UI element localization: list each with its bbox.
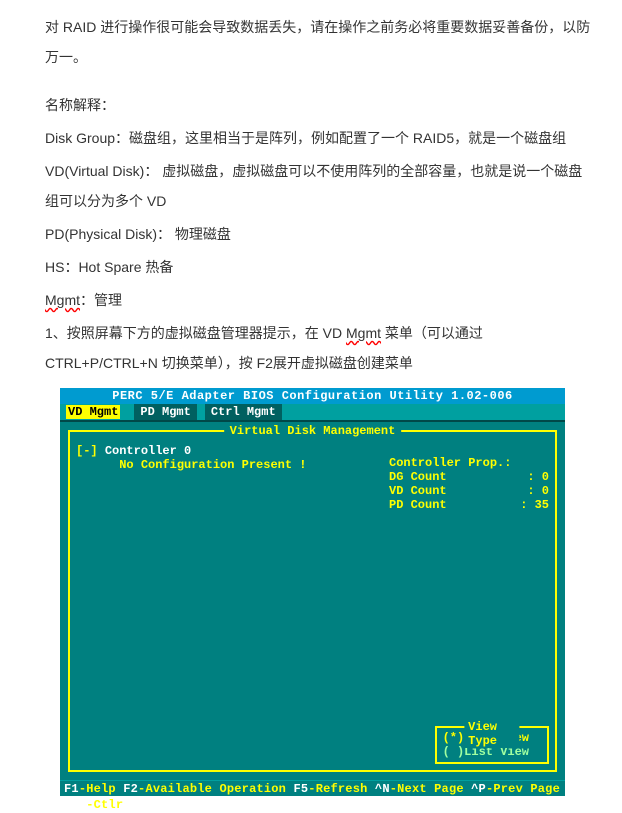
fkey-f5: F5 [293, 782, 308, 796]
fkey-desc: -Available Operation [138, 782, 293, 796]
controller-label: Controller 0 [105, 444, 191, 458]
bios-titlebar: PERC 5/E Adapter BIOS Configuration Util… [60, 388, 565, 404]
paragraph-hs: HS：Hot Spare 热备 [45, 252, 592, 282]
fkey-ctrln: ^N [375, 782, 390, 796]
tree-toggle-icon[interactable]: [-] [76, 444, 105, 458]
view-type-title: View Type [464, 720, 519, 748]
fkey-desc: -Refresh [308, 782, 375, 796]
paragraph-step1: 1、按照屏幕下方的虚拟磁盘管理器提示，在 VD Mgmt 菜单（可以通过 CTR… [45, 318, 592, 378]
view-type-box: View Type (*)Tree View ( )List View [435, 726, 549, 764]
prop-key: DG Count [389, 470, 447, 484]
fkey-desc: -Prev Page [486, 782, 560, 796]
prop-key: VD Count [389, 484, 447, 498]
paragraph-diskgroup: Disk Group：磁盘组，这里相当于是阵列，例如配置了一个 RAID5，就是… [45, 123, 592, 153]
fkey-desc: -Help [79, 782, 123, 796]
bios-canvas: Virtual Disk Management [-] Controller 0… [60, 420, 565, 780]
prop-key: PD Count [389, 498, 447, 512]
tree-row-noconfig: No Configuration Present ! [76, 458, 306, 472]
controller-properties: Controller Prop.: DG Count : 0 VD Count : … [389, 456, 549, 512]
bios-tabs: VD Mgmt PD Mgmt Ctrl Mgmt [60, 404, 565, 420]
bios-frame-title: Virtual Disk Management [224, 424, 402, 438]
text: ：管理 [80, 292, 122, 308]
text: 1、按照屏幕下方的虚拟磁盘管理器提示，在 VD [45, 325, 346, 341]
bios-window: PERC 5/E Adapter BIOS Configuration Util… [60, 388, 565, 796]
paragraph-vd: VD(Virtual Disk)： 虚拟磁盘，虚拟磁盘可以不使用阵列的全部容量，… [45, 156, 592, 216]
fkey-f2: F2 [123, 782, 138, 796]
tab-pd-mgmt[interactable]: PD Mgmt [134, 404, 196, 420]
fkey-ctrlp: ^P [471, 782, 486, 796]
bios-screenshot: PERC 5/E Adapter BIOS Configuration Util… [60, 388, 622, 796]
props-dgcount: DG Count : 0 [389, 470, 549, 484]
bios-footer: F1-Help F2-Available Operation F5-Refres… [60, 780, 565, 796]
fkey-desc: -Next Page [390, 782, 471, 796]
prop-val: : 0 [527, 470, 549, 484]
fkey-f12: F12 [64, 798, 86, 812]
props-pdcount: PD Count : 35 [389, 498, 549, 512]
prop-val: : 0 [527, 484, 549, 498]
noconfig-text: No Configuration Present ! [119, 458, 306, 472]
paragraph-glossary-heading: 名称解释： [45, 90, 592, 120]
document-body: 对 RAID 进行操作很可能会导致数据丢失，请在操作之前务必将重要数据妥善备份，… [0, 0, 622, 378]
fkey-desc: -Ctlr [86, 798, 123, 812]
tab-ctrl-mgmt[interactable]: Ctrl Mgmt [205, 404, 282, 420]
bios-frame: Virtual Disk Management [-] Controller 0… [68, 430, 557, 772]
paragraph-mgmt: Mgmt：管理 [45, 285, 592, 315]
controller-tree: [-] Controller 0 No Configuration Presen… [76, 444, 306, 472]
fkey-f1: F1 [64, 782, 79, 796]
props-heading: Controller Prop.: [389, 456, 549, 470]
prop-val: : 35 [520, 498, 549, 512]
tab-label: VD Mgmt [66, 405, 120, 419]
paragraph-pd: PD(Physical Disk)： 物理磁盘 [45, 219, 592, 249]
tree-row-controller[interactable]: [-] Controller 0 [76, 444, 306, 458]
tab-vd-mgmt[interactable]: VD Mgmt [60, 404, 126, 420]
term-mgmt-inline: Mgmt [346, 325, 381, 341]
props-vdcount: VD Count : 0 [389, 484, 549, 498]
term-mgmt: Mgmt [45, 292, 80, 308]
paragraph-warning: 对 RAID 进行操作很可能会导致数据丢失，请在操作之前务必将重要数据妥善备份，… [45, 12, 592, 72]
